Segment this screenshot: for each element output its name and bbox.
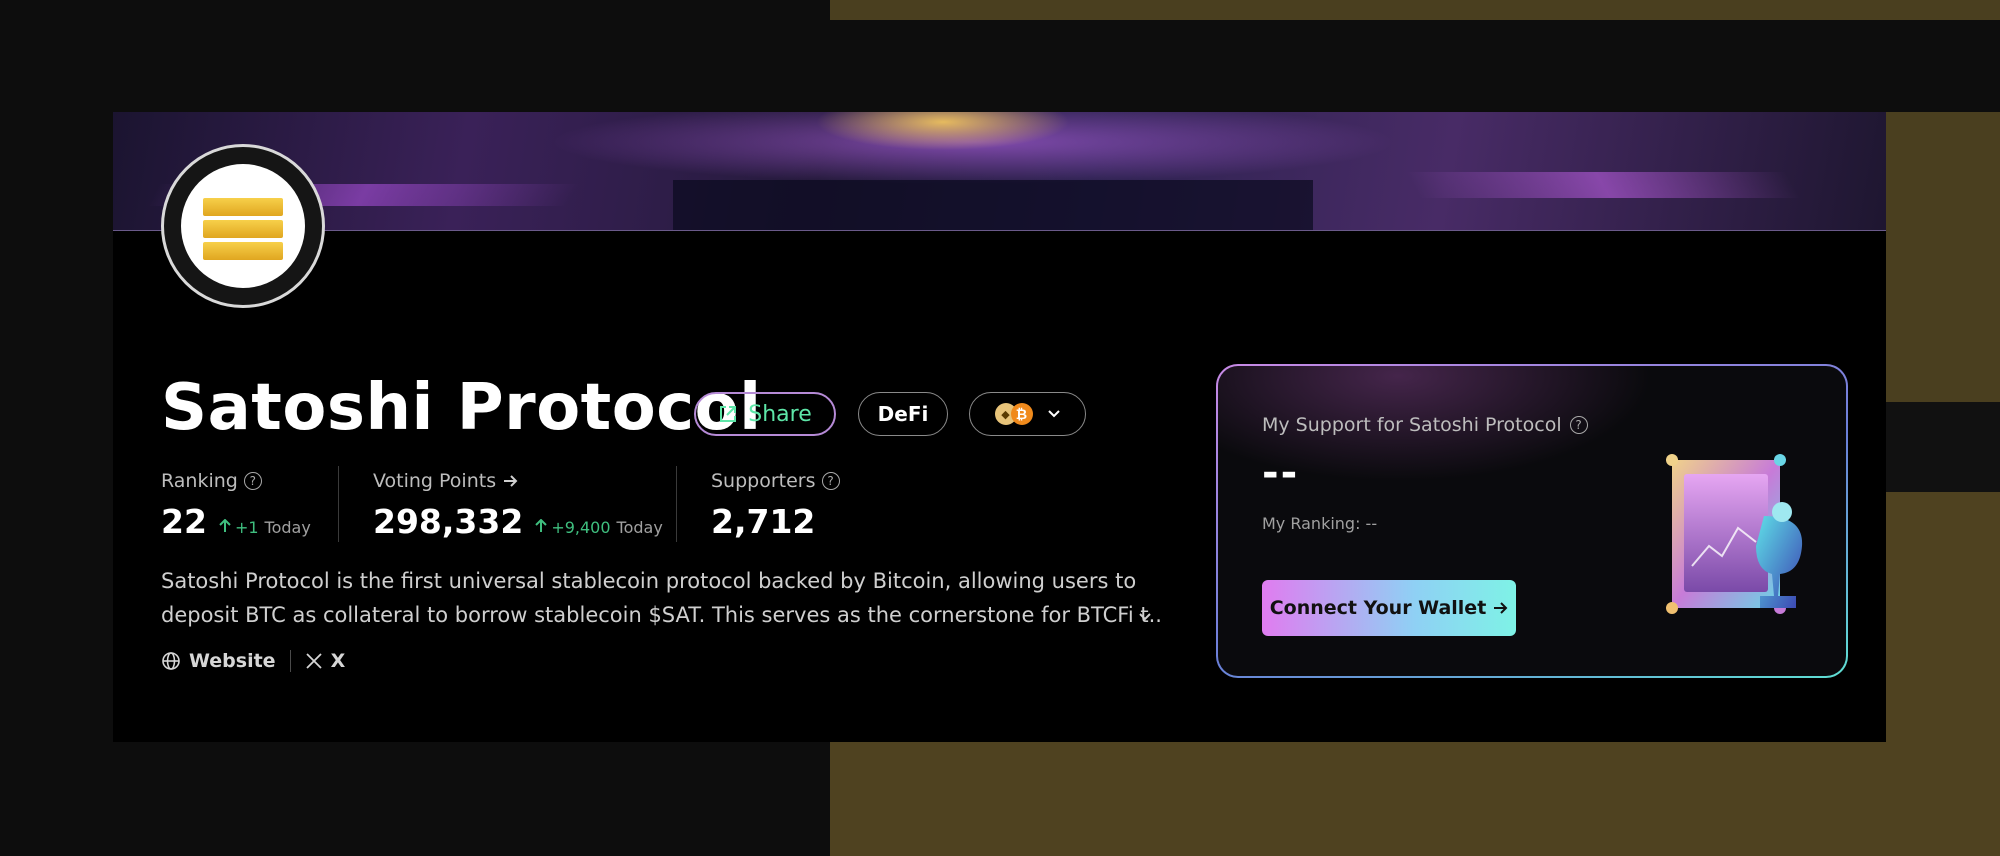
project-description: Satoshi Protocol is the first universal …	[161, 564, 1161, 632]
background-block	[830, 742, 2000, 856]
support-title: My Support for Satoshi Protocol	[1262, 414, 1562, 436]
my-ranking: My Ranking: --	[1262, 514, 1378, 533]
voting-points-delta-value: +9,400	[551, 518, 611, 537]
project-title: Satoshi Protocol	[161, 371, 762, 445]
help-icon[interactable]: ?	[1569, 416, 1588, 434]
project-profile-card: Satoshi Protocol Share DeFi ◆ ₿ Ranking …	[113, 112, 1886, 742]
my-support-card: My Support for Satoshi Protocol ? -- My …	[1216, 364, 1848, 678]
ranking-delta-value: +1	[234, 518, 259, 537]
background-block	[1886, 112, 2000, 402]
project-logo	[181, 164, 305, 288]
logo-bar	[203, 220, 283, 238]
arrow-right-icon	[1494, 602, 1508, 614]
ranking-value: 22	[161, 502, 207, 541]
logo-bar	[203, 242, 283, 260]
bitcoin-icon: ₿	[1010, 403, 1033, 425]
x-logo-icon	[305, 653, 322, 669]
support-value: --	[1262, 450, 1300, 496]
voting-points-value: 298,332	[373, 502, 524, 541]
stat-voting-points[interactable]: Voting Points 298,332 +9,400 Today	[373, 470, 663, 541]
website-label: Website	[189, 650, 276, 672]
banner-decoration	[673, 180, 1313, 230]
stat-divider	[338, 466, 339, 542]
globe-icon	[162, 652, 180, 670]
project-links: Website X	[161, 650, 345, 672]
arrow-up-icon	[219, 519, 231, 532]
background-block	[830, 0, 2000, 20]
background-block	[1886, 402, 2000, 492]
expand-description-button[interactable]	[1137, 608, 1153, 628]
description-line: Satoshi Protocol is the first universal …	[161, 569, 1137, 593]
stat-supporters: Supporters ? 2,712	[711, 470, 840, 541]
trophy-illustration	[1666, 454, 1803, 614]
share-label: Share	[748, 401, 812, 427]
stat-ranking: Ranking ? 22 +1 Today	[161, 470, 311, 541]
arrow-right-icon	[504, 475, 518, 487]
x-link[interactable]: X	[305, 650, 346, 672]
arrow-up-icon	[535, 519, 548, 532]
banner-decoration	[1405, 172, 1801, 198]
voting-points-delta-suffix: Today	[616, 518, 663, 537]
ranking-label: Ranking	[161, 470, 238, 492]
supporters-label: Supporters	[711, 470, 816, 492]
link-divider	[289, 650, 291, 672]
description-line: deposit BTC as collateral to borrow stab…	[161, 603, 1161, 627]
chevron-down-icon	[1139, 613, 1151, 621]
voting-points-delta: +9,400 Today	[535, 518, 663, 537]
connect-wallet-button[interactable]: Connect Your Wallet	[1262, 580, 1516, 636]
category-tag-defi[interactable]: DeFi	[858, 392, 948, 436]
x-label: X	[330, 650, 346, 672]
help-icon[interactable]: ?	[821, 472, 840, 490]
ranking-delta: +1 Today	[219, 518, 311, 537]
connect-wallet-label: Connect Your Wallet	[1269, 597, 1487, 619]
voting-points-label: Voting Points	[373, 470, 497, 492]
website-link[interactable]: Website	[161, 650, 276, 672]
external-link-icon	[720, 406, 737, 422]
chevron-down-icon	[1047, 410, 1060, 418]
project-avatar	[161, 144, 325, 308]
help-icon[interactable]: ?	[243, 472, 262, 490]
logo-bar	[203, 198, 283, 216]
stat-divider	[676, 466, 677, 542]
chain-selector[interactable]: ◆ ₿	[969, 392, 1086, 436]
supporters-value: 2,712	[711, 502, 816, 541]
ranking-delta-suffix: Today	[264, 518, 311, 537]
project-banner	[113, 112, 1886, 231]
share-button[interactable]: Share	[694, 392, 836, 436]
